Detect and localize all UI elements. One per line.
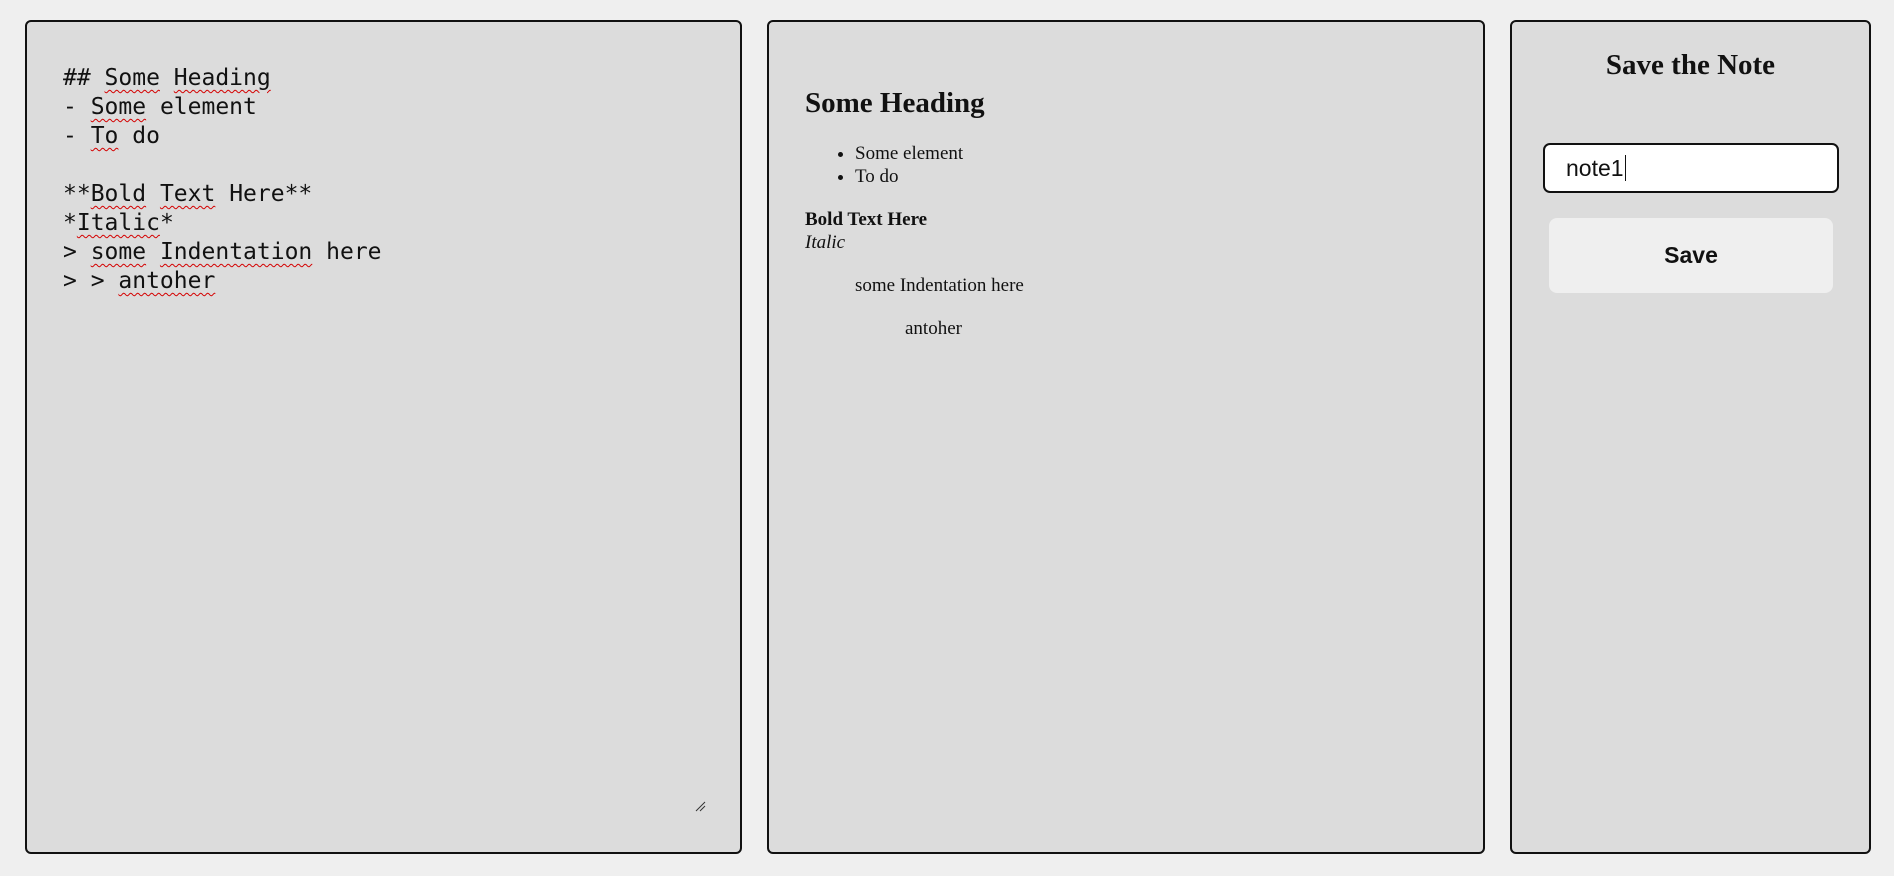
preview-nested-blockquote: antoher — [905, 317, 1453, 340]
markdown-textarea[interactable]: ## Some Heading - Some element - To do **Bo… — [63, 64, 710, 296]
preview-list-item: To do — [855, 165, 1453, 188]
markdown-editor-panel[interactable]: ## Some Heading - Some element - To do **Bo… — [25, 20, 742, 854]
save-button[interactable]: Save — [1549, 218, 1833, 293]
preview-paragraph: Bold Text Here Italic — [805, 208, 1453, 254]
editor-line: - To do — [63, 122, 710, 151]
editor-text-segment: do — [118, 123, 160, 149]
misspelled-word: Some — [90, 94, 147, 120]
preview-italic-text: Italic — [805, 232, 846, 253]
editor-text-segment: * — [63, 210, 77, 236]
preview-bold-text: Bold Text Here — [805, 209, 928, 230]
save-panel-title: Save the Note — [1605, 49, 1776, 81]
editor-text-segment — [146, 239, 160, 265]
editor-text-segment: - — [63, 94, 91, 120]
editor-text-segment — [146, 181, 160, 207]
editor-line: > some Indentation here — [63, 238, 710, 267]
preview-content: Some Heading Some element To do Bold Tex… — [805, 86, 1453, 340]
save-note-panel: Save the Note note1 Save — [1510, 20, 1871, 854]
misspelled-word: To — [90, 123, 119, 149]
editor-text-segment: > — [63, 239, 91, 265]
misspelled-word: Bold — [90, 181, 147, 207]
misspelled-word: Some — [104, 65, 160, 91]
editor-line: **Bold Text Here** — [63, 180, 710, 209]
editor-text-segment: > > — [63, 268, 119, 294]
editor-text-segment — [160, 65, 174, 91]
misspelled-word: Italic — [76, 210, 160, 236]
preview-nested-blockquote-text: antoher — [905, 318, 962, 339]
preview-list-item: Some element — [855, 142, 1453, 165]
note-name-input[interactable]: note1 — [1543, 143, 1839, 193]
resize-handle-icon[interactable] — [694, 800, 706, 812]
text-caret — [1624, 155, 1626, 181]
misspelled-word: some — [90, 239, 147, 265]
editor-text-segment: Here** — [215, 181, 313, 207]
editor-text-segment: * — [159, 210, 174, 236]
misspelled-word: Indentation — [159, 239, 313, 265]
editor-line: *Italic* — [63, 209, 710, 238]
editor-text-segment: - — [63, 123, 91, 149]
preview-list: Some element To do — [805, 142, 1453, 188]
markdown-preview-panel: Some Heading Some element To do Bold Tex… — [767, 20, 1485, 854]
editor-line: - Some element — [63, 93, 710, 122]
editor-text-segment: here — [312, 239, 382, 265]
preview-heading: Some Heading — [805, 87, 985, 119]
editor-text-segment: ** — [63, 181, 91, 207]
editor-line: ## Some Heading — [63, 64, 710, 93]
note-name-value: note1 — [1566, 155, 1624, 181]
misspelled-word: Heading — [173, 65, 271, 91]
misspelled-word: Text — [159, 181, 216, 207]
misspelled-word: antoher — [118, 268, 216, 294]
preview-blockquote: some Indentation here antoher — [855, 274, 1453, 340]
editor-text-segment: element — [146, 94, 257, 120]
editor-text-segment: ## — [63, 65, 105, 91]
editor-line: > > antoher — [63, 267, 710, 296]
preview-blockquote-text: some Indentation here — [855, 275, 1024, 296]
